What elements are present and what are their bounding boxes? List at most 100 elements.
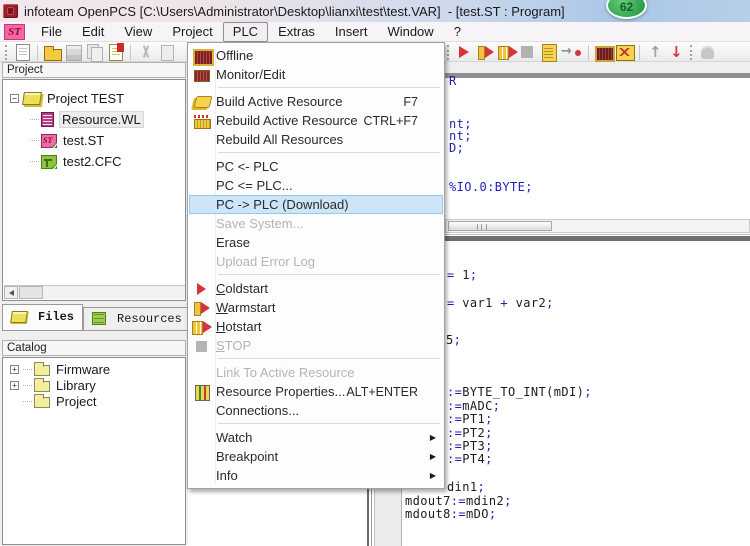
save-all-icon[interactable] (106, 43, 125, 61)
toolbar-group-right (443, 42, 718, 62)
code-line: 5; (446, 334, 461, 347)
catalog-item-firmware[interactable]: + Firmware (3, 361, 185, 377)
stop-icon (192, 338, 212, 354)
menu-item-label: Info (216, 468, 238, 483)
warmstart-icon[interactable] (476, 43, 495, 61)
monitor-icon[interactable] (594, 43, 613, 61)
menu-insert[interactable]: Insert (325, 22, 378, 42)
menu-separator (218, 87, 440, 88)
menu-separator (218, 152, 440, 153)
toolbar-grip[interactable] (447, 45, 450, 60)
toolbar-separator (588, 45, 589, 60)
menu-icon-placeholder (192, 235, 212, 251)
plc-menu-item-pc-plc[interactable]: PC <- PLC (189, 157, 443, 176)
toolbar-separator (37, 45, 38, 60)
toolbar-grip[interactable] (690, 45, 693, 60)
menu-icon-placeholder (192, 449, 212, 465)
menu-item-label: Rebuild All Resources (216, 132, 343, 147)
toolbar-grip[interactable] (5, 45, 8, 60)
hand-icon (698, 43, 717, 61)
menu-extras[interactable]: Extras (268, 22, 325, 42)
menu-project[interactable]: Project (162, 22, 222, 42)
toolbar-group-left (1, 42, 177, 62)
minus-expander-icon[interactable]: − (10, 94, 19, 103)
plc-menu-item-hotstart[interactable]: Hotstart (189, 317, 443, 336)
tree-connector (30, 161, 39, 162)
menu-item-label: Build Active Resource (216, 94, 342, 109)
plc-menu-item-info[interactable]: Info ▶ (189, 466, 443, 485)
tree-item-test-st[interactable]: test.ST (3, 130, 185, 151)
plc-menu-item-pc-plc-download[interactable]: PC -> PLC (Download) (189, 195, 443, 214)
panel-tab-files[interactable]: Files (2, 304, 83, 331)
catalog-tree: + Firmware+LibraryProject (3, 358, 185, 409)
plc-menu-item-offline[interactable]: Offline (189, 46, 443, 65)
plc-menu-item-monitor-edit[interactable]: Monitor/Edit (189, 65, 443, 84)
error-log-icon[interactable] (615, 43, 634, 61)
submenu-arrow-icon: ▶ (430, 452, 436, 461)
open-folder-icon[interactable] (43, 43, 62, 61)
menu-icon-placeholder (192, 178, 212, 194)
menu-separator (218, 358, 440, 359)
code-line: din1; (447, 481, 485, 494)
tree-item-project-test[interactable]: −Project TEST (3, 88, 185, 109)
st-document-icon[interactable]: ST (4, 24, 25, 40)
plc-menu-item-erase[interactable]: Erase (189, 233, 443, 252)
new-document-icon[interactable] (13, 43, 32, 61)
tree-item-resource-wl[interactable]: Resource.WL (3, 109, 185, 130)
plc-menu-item-link-to-active-resource: Link To Active Resource (189, 363, 443, 382)
plus-expander-icon[interactable]: + (10, 365, 19, 374)
menu-window[interactable]: Window (377, 22, 443, 42)
menu-plc[interactable]: PLC (223, 22, 268, 42)
scrollbar-thumb[interactable] (448, 221, 552, 231)
plc-menu-item-warmstart[interactable]: Warmstart (189, 298, 443, 317)
plc-menu-item-pc-plc[interactable]: PC <= PLC... (189, 176, 443, 195)
plc-menu-item-breakpoint[interactable]: Breakpoint▶ (189, 447, 443, 466)
build-icon (192, 94, 212, 110)
plc-menu-item-rebuild-active-resource[interactable]: Rebuild Active ResourceCTRL+F7 (189, 111, 443, 130)
menu-edit[interactable]: Edit (72, 22, 114, 42)
declaration-horizontal-scrollbar[interactable] (445, 219, 750, 233)
plc-menu-item-build-active-resource[interactable]: Build Active Resource F7 (189, 92, 443, 111)
menu-icon-placeholder (192, 159, 212, 175)
code-line: mdout8:=mDO; (405, 508, 497, 521)
menu-item-label: Monitor/Edit (216, 67, 285, 82)
rebuild-icon (192, 113, 212, 129)
declaration-editor-pane[interactable] (443, 78, 750, 219)
catalog-item-project[interactable]: Project (3, 393, 185, 409)
plc-menu-item-connections[interactable]: Connections... (189, 401, 443, 420)
plc-menu-item-rebuild-all-resources[interactable]: Rebuild All Resources (189, 130, 443, 149)
menu-view[interactable]: View (114, 22, 162, 42)
step-to-breakpoint-icon[interactable] (560, 43, 583, 61)
tree-connector (23, 369, 32, 370)
plus-expander-icon[interactable]: + (10, 381, 19, 390)
resources-grid-icon (92, 312, 106, 325)
hotstart-icon[interactable] (497, 43, 516, 61)
plc-menu-item-resource-properties[interactable]: Resource Properties...ALT+ENTER (189, 382, 443, 401)
scroll-left-button[interactable] (4, 286, 18, 299)
document-icon[interactable] (539, 43, 558, 61)
project-tree-horizontal-scrollbar[interactable] (4, 285, 186, 299)
catalog-item-library[interactable]: +Library (3, 377, 185, 393)
plc-menu-item-coldstart[interactable]: Coldstart (189, 279, 443, 298)
menu-file[interactable]: File (31, 22, 72, 42)
arrow-up-icon (645, 43, 664, 61)
tree-item-label: Firmware (56, 362, 110, 377)
menu-item-shortcut: CTRL+F7 (363, 114, 418, 128)
code-line: = 1; (447, 269, 478, 282)
code-line: :=BYTE_TO_INT(mDI); (447, 386, 592, 399)
tree-item-label: test2.CFC (63, 154, 122, 169)
tree-connector (23, 385, 32, 386)
menu-item-shortcut: F7 (403, 95, 418, 109)
menu-bar-items: FileEditViewProjectPLCExtrasInsertWindow… (31, 22, 471, 42)
panel-tab-resources[interactable]: Resources (83, 307, 188, 331)
plc-menu-item-watch[interactable]: Watch▶ (189, 428, 443, 447)
tree-connector (30, 119, 39, 120)
scrollbar-thumb[interactable] (19, 286, 43, 299)
submenu-arrow-icon: ▶ (430, 471, 436, 480)
code-line: :=PT1; (447, 413, 493, 426)
arrow-down-icon[interactable] (666, 43, 685, 61)
menu-item-label: Save System... (216, 216, 303, 231)
coldstart-icon[interactable] (455, 43, 474, 61)
tree-item-test2-cfc[interactable]: test2.CFC (3, 151, 185, 172)
menu-help[interactable]: ? (444, 22, 471, 42)
